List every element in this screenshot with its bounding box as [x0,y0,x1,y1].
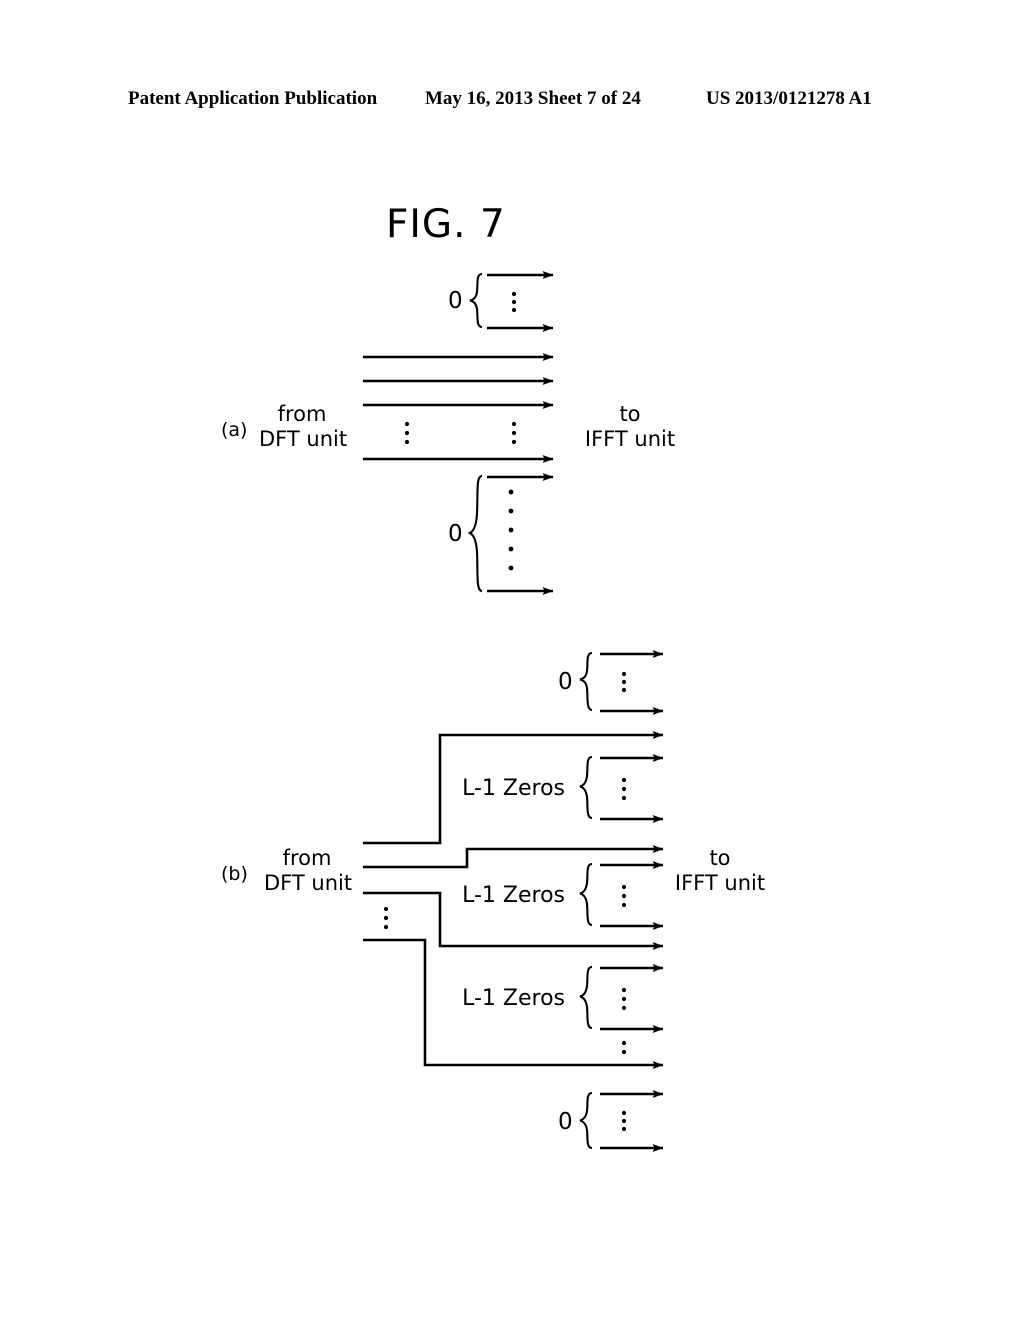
panel-b-bottom-zero-label: 0 [558,1109,573,1135]
brace-icon [579,755,593,820]
panel-b-zeros-group-1 [579,754,664,823]
panel-a-source-line-2: DFT unit [259,426,348,451]
brace-icon [579,862,593,927]
brace-icon [467,474,483,593]
panel-a-dest-line-2: IFFT unit [584,426,676,451]
vertical-dots-icon [404,421,410,445]
panel-b-source-label: from DFT unit [264,846,353,896]
vertical-dots-icon [508,489,514,571]
panel-a-bottom-zero-label: 0 [448,521,463,547]
panel-a-bottom-zero-group [467,473,554,595]
panel-b-zeros-label-1: L-1 Zeros [462,776,565,801]
panel-b-dest-line-2: IFFT unit [674,870,766,895]
vertical-dots-icon [621,671,627,693]
figure-diagram [363,271,664,1152]
panel-b-bottom-zero-group [579,1090,664,1152]
panel-a-data-arrows [363,353,554,463]
brace-icon [579,651,593,712]
vertical-dots-icon [511,291,517,313]
vertical-dots-icon [383,906,389,930]
panel-a-source-line-1: from [277,402,327,426]
panel-b-top-zero-group [579,650,664,715]
panel-b-zeros-label-2: L-1 Zeros [462,883,565,908]
panel-b-zeros-group-3 [579,964,664,1033]
panel-b-zeros-label-3: L-1 Zeros [462,986,565,1011]
vertical-dots-icon [621,884,627,908]
panel-a-dest-label: to IFFT unit [581,402,679,452]
vertical-dots-icon [621,987,627,1011]
brace-icon [579,965,593,1030]
panel-a-top-zero-group [469,271,554,332]
vertical-dots-icon [621,777,627,801]
vertical-dots-icon [621,1110,627,1132]
panel-a-label: (a) [221,419,248,441]
panel-b-dest-line-1: to [709,846,731,870]
panel-b-dest-label: to IFFT unit [671,846,769,896]
vertical-dots-icon [511,421,517,445]
vertical-dots-icon [621,1040,627,1055]
brace-icon [469,272,483,329]
panel-b-zeros-group-2 [579,861,664,930]
panel-b-label: (b) [221,863,248,885]
panel-b-source-line-2: DFT unit [264,870,353,895]
panel-a-source-label: from DFT unit [259,402,348,452]
brace-icon [579,1091,593,1150]
panel-b-source-line-1: from [282,846,332,870]
panel-b-top-zero-label: 0 [558,669,573,695]
panel-a-dest-line-1: to [619,402,641,426]
panel-a-top-zero-label: 0 [448,288,463,314]
